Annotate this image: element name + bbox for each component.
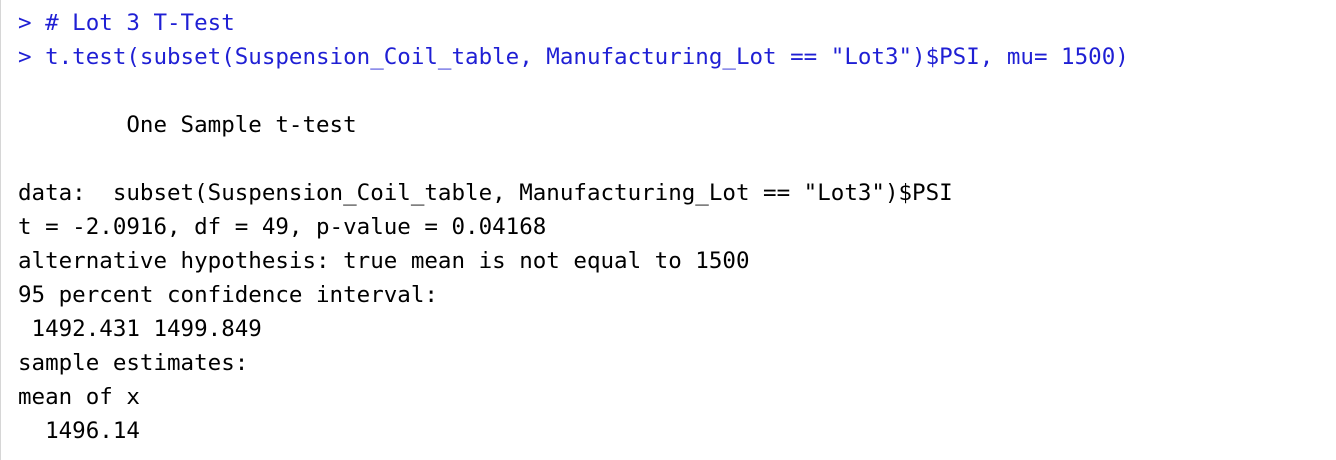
output-mean-label: mean of x	[18, 384, 140, 410]
console-input-comment: > # Lot 3 T-Test	[18, 10, 235, 36]
output-confidence-values: 1492.431 1499.849	[18, 316, 262, 342]
output-estimates-label: sample estimates:	[18, 350, 249, 376]
output-data-line: data: subset(Suspension_Coil_table, Manu…	[18, 180, 953, 206]
output-confidence-label: 95 percent confidence interval:	[18, 282, 438, 308]
console-input-command: > t.test(subset(Suspension_Coil_table, M…	[18, 44, 1129, 70]
r-console[interactable]: > # Lot 3 T-Test > t.test(subset(Suspens…	[0, 0, 1336, 460]
test-title: One Sample t-test	[18, 112, 357, 138]
output-mean-value: 1496.14	[18, 418, 140, 444]
output-statistics-line: t = -2.0916, df = 49, p-value = 0.04168	[18, 214, 547, 240]
output-alternative-hypothesis: alternative hypothesis: true mean is not…	[18, 248, 750, 274]
